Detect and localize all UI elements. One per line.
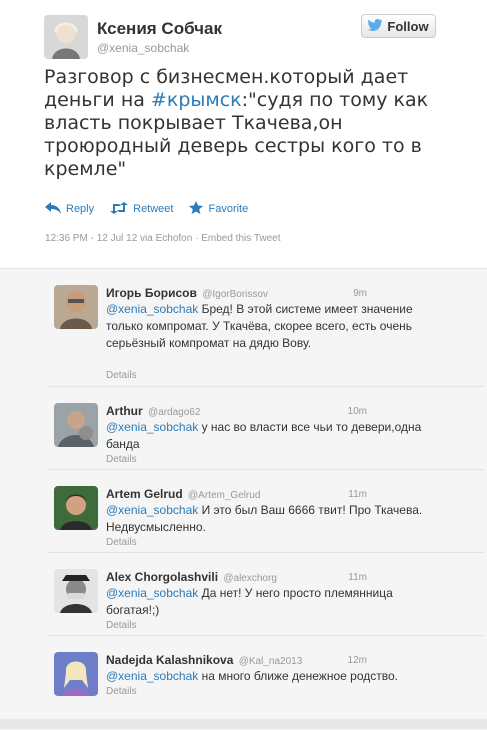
- reply-time[interactable]: 11m: [348, 489, 367, 500]
- bottom-divider: [0, 719, 487, 729]
- mention-link[interactable]: @xenia_sobchak: [106, 420, 198, 434]
- tweet-actions: Reply Retweet Favorite: [45, 201, 248, 217]
- reply-author-name: Artem Gelrud: [106, 487, 183, 501]
- tweet-page: Ксения Собчак @xenia_sobchak Follow Разг…: [0, 0, 487, 730]
- reply-author-name: Alex Chorgolashvili: [106, 570, 219, 584]
- reply-text: @xenia_sobchak Бред! В этой системе имее…: [106, 301, 424, 352]
- reply-item: Artem Gelrud @Artem_Gelrud 11m @xenia_so…: [47, 469, 484, 551]
- reply-time[interactable]: 10m: [348, 406, 367, 417]
- reply-author-handle: @Kal_na2013: [238, 656, 303, 667]
- mention-link[interactable]: @xenia_sobchak: [106, 586, 198, 600]
- tweet-meta: 12:36 PM - 12 Jul 12 via Echofon · Embed…: [45, 233, 281, 244]
- reply-author[interactable]: Игорь Борисов @IgorBorissov: [106, 286, 268, 300]
- retweet-icon: [110, 201, 129, 217]
- mention-link[interactable]: @xenia_sobchak: [106, 302, 198, 316]
- mention-link[interactable]: @xenia_sobchak: [106, 503, 198, 517]
- reply-time[interactable]: 11m: [348, 572, 367, 583]
- hashtag-link[interactable]: #крымск: [151, 89, 242, 111]
- details-link[interactable]: Details: [106, 454, 137, 465]
- favorite-action[interactable]: Favorite: [189, 201, 248, 217]
- reply-author[interactable]: Arthur @ardago62: [106, 404, 200, 418]
- replies-list: Игорь Борисов @IgorBorissov 9m @xenia_so…: [0, 268, 487, 730]
- reply-author-name: Arthur: [106, 404, 143, 418]
- reply-text: @xenia_sobchak у нас во власти все чьи т…: [106, 419, 424, 453]
- reply-action[interactable]: Reply: [45, 201, 94, 217]
- reply-author-name: Игорь Борисов: [106, 286, 197, 300]
- reply-author-handle: @Artem_Gelrud: [188, 490, 261, 501]
- reply-item: Nadejda Kalashnikova @Kal_na2013 12m @xe…: [47, 635, 484, 714]
- favorite-label: Favorite: [208, 203, 249, 215]
- details-link[interactable]: Details: [106, 620, 137, 631]
- author-name[interactable]: Ксения Собчак: [97, 19, 222, 39]
- reply-icon: [45, 201, 61, 217]
- details-link[interactable]: Details: [106, 686, 137, 697]
- reply-item: Arthur @ardago62 10m @xenia_sobchak у на…: [47, 386, 484, 468]
- follow-button[interactable]: Follow: [361, 14, 436, 38]
- follow-label: Follow: [387, 18, 429, 34]
- reply-label: Reply: [66, 203, 95, 215]
- details-link[interactable]: Details: [106, 537, 137, 548]
- reply-text: @xenia_sobchak на много ближе денежное р…: [106, 668, 424, 685]
- avatar[interactable]: [54, 285, 98, 329]
- retweet-action[interactable]: Retweet: [110, 201, 173, 217]
- tweet-text: Разговор с бизнесмен.который дает деньги…: [44, 66, 454, 181]
- main-tweet: Ксения Собчак @xenia_sobchak Follow Разг…: [0, 0, 487, 268]
- avatar[interactable]: [54, 652, 98, 696]
- reply-author[interactable]: Nadejda Kalashnikova @Kal_na2013: [106, 653, 302, 667]
- details-link[interactable]: Details: [106, 370, 137, 381]
- reply-text: @xenia_sobchak И это был Ваш 6666 твит! …: [106, 502, 424, 536]
- reply-item: Alex Chorgolashvili @alexchorg 11m @xeni…: [47, 552, 484, 634]
- twitter-bird-icon: [368, 18, 384, 34]
- reply-author[interactable]: Artem Gelrud @Artem_Gelrud: [106, 487, 260, 501]
- reply-text: @xenia_sobchak Да нет! У него просто пле…: [106, 585, 424, 619]
- avatar[interactable]: [54, 403, 98, 447]
- reply-author[interactable]: Alex Chorgolashvili @alexchorg: [106, 570, 277, 584]
- reply-author-handle: @alexchorg: [223, 573, 277, 584]
- mention-link[interactable]: @xenia_sobchak: [106, 669, 198, 683]
- reply-author-name: Nadejda Kalashnikova: [106, 653, 234, 667]
- retweet-label: Retweet: [133, 203, 174, 215]
- star-icon: [189, 201, 204, 217]
- reply-item: Игорь Борисов @IgorBorissov 9m @xenia_so…: [47, 269, 484, 381]
- reply-author-handle: @IgorBorissov: [202, 289, 268, 300]
- reply-body: на много ближе денежное родство.: [198, 669, 398, 683]
- reply-time[interactable]: 12m: [348, 655, 367, 666]
- reply-time[interactable]: 9m: [353, 288, 367, 299]
- avatar[interactable]: [54, 569, 98, 613]
- author-handle[interactable]: @xenia_sobchak: [97, 41, 189, 55]
- reply-author-handle: @ardago62: [148, 407, 201, 418]
- avatar[interactable]: [54, 486, 98, 530]
- author-avatar[interactable]: [44, 15, 88, 59]
